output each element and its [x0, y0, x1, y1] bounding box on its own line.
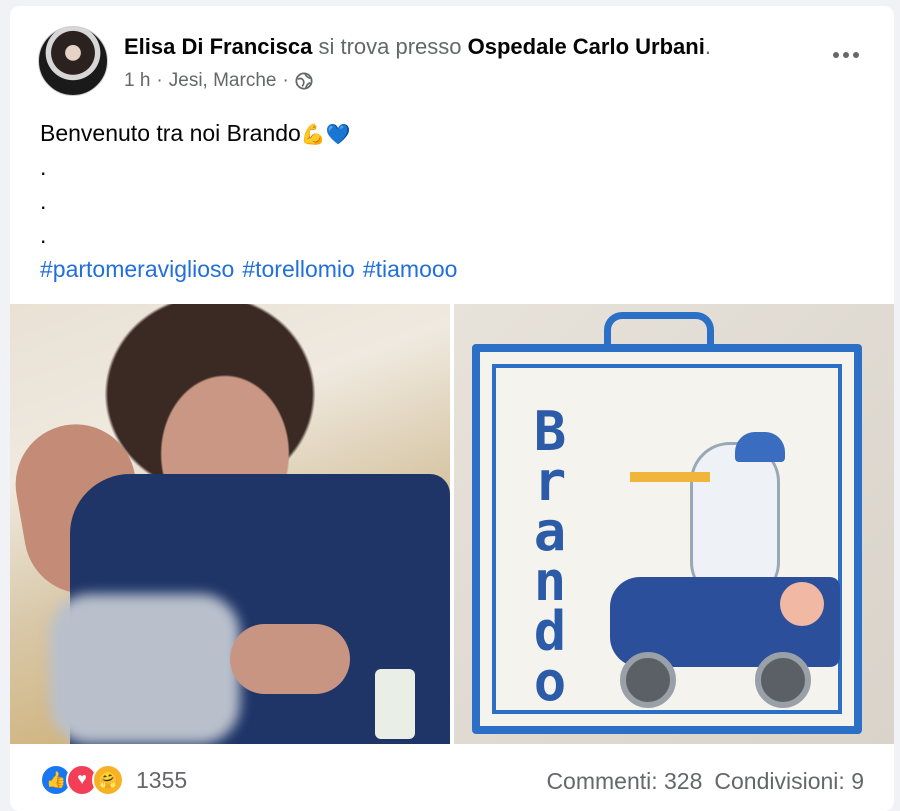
hashtag-link[interactable]: #tiamooo: [363, 252, 458, 286]
post-location: Jesi, Marche: [168, 70, 277, 91]
post-card: Elisa Di Francisca si trova presso Osped…: [10, 6, 894, 811]
photo-grid: Brando: [10, 304, 894, 744]
embroidered-name: Brando: [533, 400, 567, 713]
reaction-count[interactable]: 1355: [136, 767, 187, 794]
post-time[interactable]: 1 h: [124, 70, 150, 92]
photo-detail: [375, 669, 415, 739]
meta-separator: ·: [282, 70, 289, 91]
hashtag-link[interactable]: #torellomio: [242, 252, 355, 286]
baby-embroidery: [780, 582, 824, 626]
blue-heart-icon: 💙: [325, 124, 351, 146]
meta-separator: ·: [156, 70, 163, 91]
stork-hat: [735, 432, 785, 462]
post-dot: .: [40, 188, 47, 214]
post-meta: 1 h · Jesi, Marche ·: [124, 70, 313, 92]
reactions-summary[interactable]: 👍 ♥ 🤗 1355: [40, 764, 187, 796]
avatar[interactable]: [38, 26, 108, 96]
scooter-wheel: [755, 652, 811, 708]
place-name[interactable]: Ospedale Carlo Urbani: [468, 34, 705, 59]
author-name[interactable]: Elisa Di Francisca: [124, 34, 312, 59]
post-footer: 👍 ♥ 🤗 1355 Commenti: 328 Condivisioni: 9: [10, 754, 894, 811]
checkin-connector: si trova presso: [318, 34, 462, 59]
place-suffix: .: [704, 34, 711, 59]
embroidered-pillow: Brando: [472, 344, 862, 734]
engagement-counts: Commenti: 328 Condivisioni: 9: [546, 768, 864, 795]
care-reaction-icon: 🤗: [92, 764, 124, 796]
post-header: Elisa Di Francisca si trova presso Osped…: [38, 26, 874, 96]
photo-mother-and-baby[interactable]: [10, 304, 450, 744]
author-line: Elisa Di Francisca si trova presso Osped…: [124, 34, 711, 60]
flexed-biceps-icon: 💪: [300, 124, 326, 146]
post-text: Benvenuto tra noi Brando💪💙 . . .: [40, 116, 351, 252]
stork-beak: [630, 472, 710, 482]
post-dot: .: [40, 222, 47, 248]
hashtag-link[interactable]: #partomeraviglioso: [40, 252, 234, 286]
shares-count[interactable]: Condivisioni: 9: [714, 768, 864, 795]
more-options-icon[interactable]: [826, 40, 866, 70]
photo-detail: [230, 624, 350, 694]
post-message: Benvenuto tra noi Brando: [40, 120, 301, 146]
photo-embroidered-pillow[interactable]: Brando: [454, 304, 894, 744]
hashtags: #partomeraviglioso #torellomio #tiamooo: [40, 252, 457, 286]
post-text-line: Benvenuto tra noi Brando💪💙: [40, 116, 351, 150]
photo-detail: [50, 594, 240, 744]
globe-icon[interactable]: [295, 72, 313, 90]
post-dot: .: [40, 154, 47, 180]
scooter-wheel: [620, 652, 676, 708]
comments-count[interactable]: Commenti: 328: [546, 768, 702, 795]
